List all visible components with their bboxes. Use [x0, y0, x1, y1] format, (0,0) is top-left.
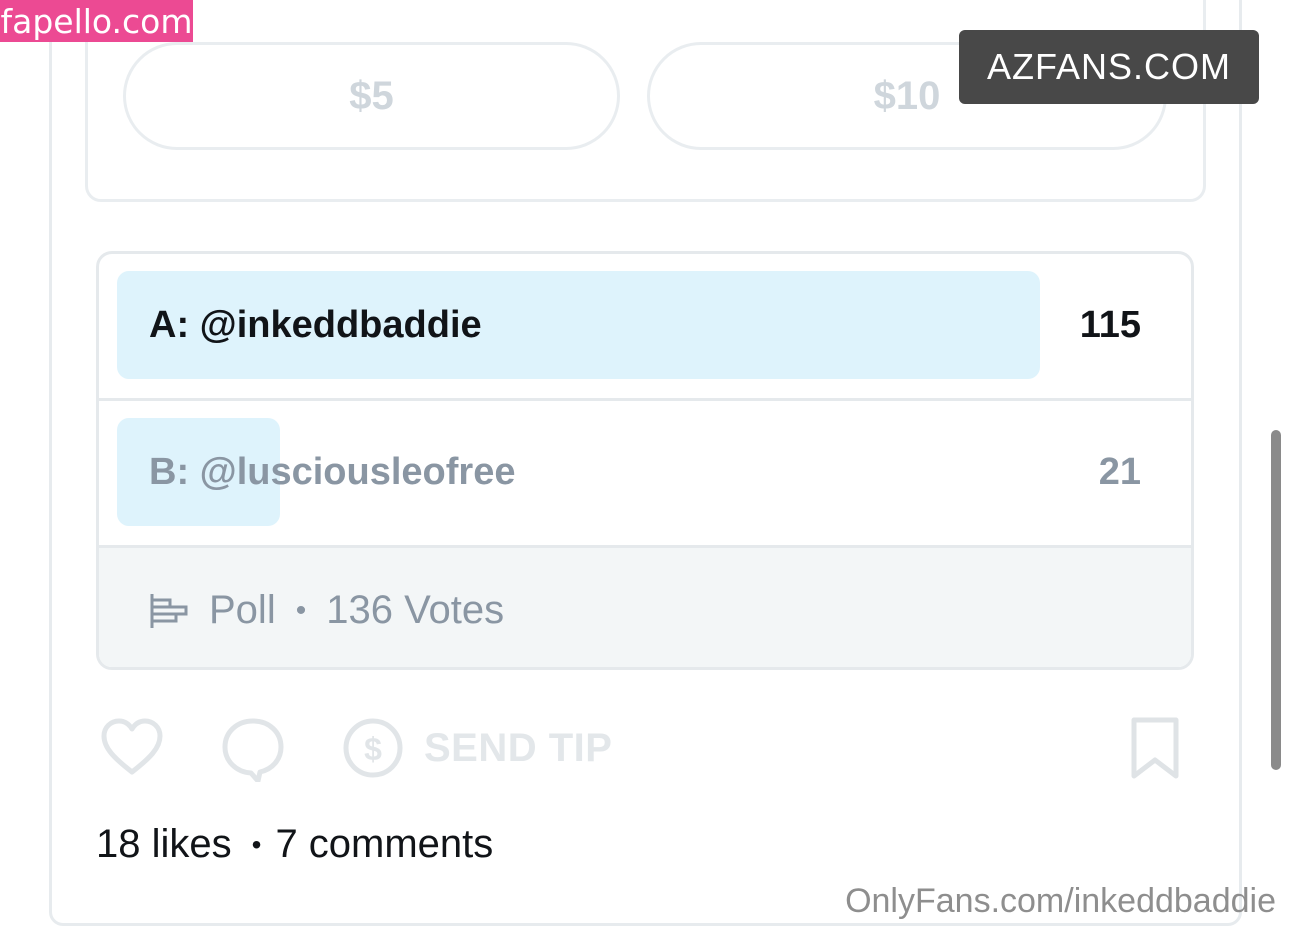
send-tip-button[interactable]: $ SEND TIP [342, 716, 612, 780]
post-stats: 18 likes • 7 comments [96, 822, 493, 867]
poll-option-label: A: @inkeddbaddie [149, 303, 482, 346]
poll: A: @inkeddbaddie 115 B: @lusciousleofree… [96, 251, 1194, 670]
screen: $5 $10 A: @inkeddbaddie 115 B: @luscious… [0, 0, 1290, 935]
onlyfans-url-watermark: OnlyFans.com/inkeddbaddie [845, 882, 1276, 920]
poll-icon [150, 593, 188, 628]
poll-option-votes: 115 [1079, 303, 1141, 346]
poll-votes-total: 136 Votes [326, 588, 505, 632]
scrollbar-thumb[interactable] [1271, 430, 1281, 770]
svg-text:$: $ [364, 731, 382, 767]
comment-icon[interactable] [220, 716, 286, 782]
likes-count[interactable]: 18 likes [96, 822, 232, 867]
comments-count[interactable]: 7 comments [275, 822, 493, 867]
poll-option-votes: 21 [1098, 450, 1141, 493]
bookmark-icon[interactable] [1128, 716, 1182, 780]
poll-type-label: Poll [209, 588, 276, 632]
send-tip-label: SEND TIP [424, 725, 613, 770]
poll-option-b[interactable]: B: @lusciousleofree 21 [99, 401, 1191, 548]
poll-footer: Poll • 136 Votes [99, 548, 1191, 667]
azfans-watermark: AZFANS.COM [959, 30, 1259, 104]
separator-dot: • [251, 828, 262, 860]
poll-option-a[interactable]: A: @inkeddbaddie 115 [99, 254, 1191, 401]
separator-dot: • [295, 593, 307, 627]
heart-icon[interactable] [100, 716, 164, 780]
poll-option-label: B: @lusciousleofree [149, 450, 516, 493]
dollar-circle-icon: $ [343, 718, 403, 778]
tip-5-button[interactable]: $5 [123, 42, 620, 150]
fapello-watermark: fapello.com [0, 0, 193, 42]
post-actions: $ SEND TIP [96, 710, 1196, 790]
